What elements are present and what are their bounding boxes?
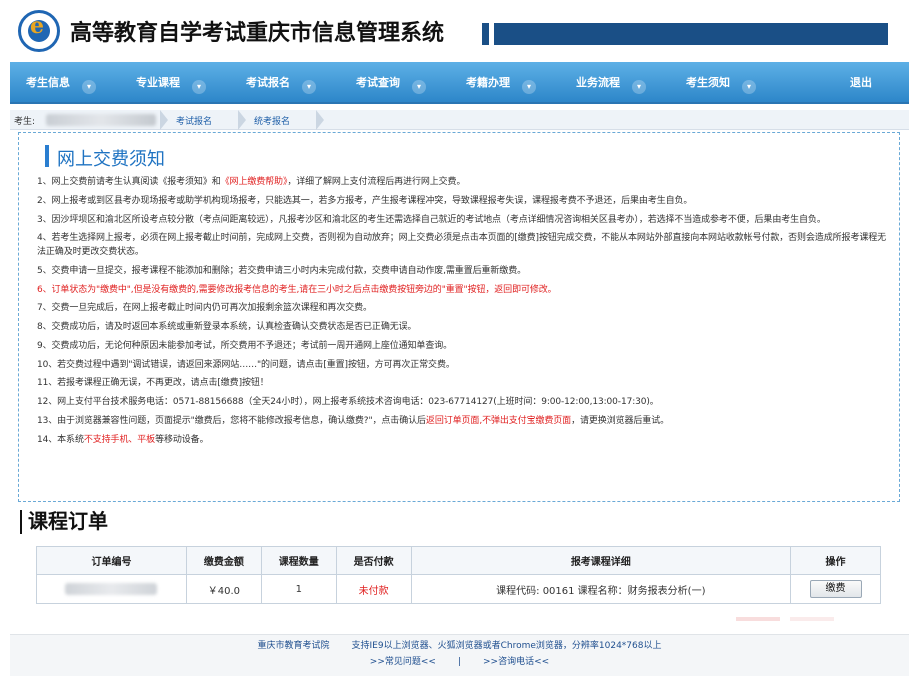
footer-org: 重庆市教育考试院 — [257, 641, 330, 651]
notice-line: 2、网上报考或到区县考办现场报考或助学机构现场报考，只能选其一，若多方报考，产生… — [37, 195, 693, 206]
column-header: 是否付款 — [335, 546, 412, 575]
main-nav: 考生信息 ▾ 专业课程 ▾ 考试报名 ▾ 考试查询 ▾ 考籍办理 ▾ 业务流程 ▾ 考生须知… — [10, 62, 909, 104]
student-label: 考生: — [14, 117, 36, 127]
title-decoration-bar — [482, 23, 489, 45]
notice-line: 3、因沙坪坝区和渝北区所设考点较分散（考点间距离较远），凡报考沙区和渝北区的考生… — [37, 214, 826, 225]
order-number-redacted — [65, 583, 158, 595]
footer-links: >>常见问题<< | >>咨询电话<< — [10, 654, 909, 667]
column-header: 订单编号 — [36, 546, 187, 575]
notice-line: 6、订单状态为"缴费中",但是没有缴费的,需要修改报考信息的考生,请在三小时之后… — [37, 284, 557, 295]
column-header: 课程数量 — [260, 546, 337, 575]
chevron-down-icon: ▾ — [742, 80, 756, 94]
notice-line: 10、若交费过程中遇到"调试错误，请返回来源网站……"的问题，请点击[重置]按钮… — [37, 359, 455, 370]
breadcrumb-separator-icon — [238, 110, 248, 130]
breadcrumb-separator-icon — [316, 110, 326, 130]
exam-logo-icon: e — [18, 10, 60, 52]
title-accent-bar — [20, 510, 22, 534]
faq-link[interactable]: >>常见问题<< — [370, 657, 436, 667]
action-cell: 缴费 — [790, 574, 881, 604]
notice-title: 网上交费须知 — [57, 149, 165, 170]
chevron-down-icon: ▾ — [302, 80, 316, 94]
pay-button[interactable]: 缴费 — [809, 580, 862, 598]
table-row: ￥40.0 1 未付款 课程代码: 00161 课程名称：财务报表分析(一) 缴… — [36, 574, 881, 604]
breadcrumb-exam-registration[interactable]: 考试报名 — [176, 114, 212, 127]
contact-link[interactable]: >>咨询电话<< — [483, 657, 549, 667]
chevron-down-icon: ▾ — [632, 80, 646, 94]
faint-decoration — [736, 617, 780, 621]
orders-title: 课程订单 — [28, 509, 108, 533]
breadcrumb-unified-registration[interactable]: 统考报名 — [254, 114, 290, 127]
notice-line: 4、若考生选择网上报考，必须在网上报考截止时间前，完成网上交费，否则视为自动放弃… — [37, 233, 887, 257]
payment-status-cell: 未付款 — [335, 574, 412, 604]
chevron-down-icon: ▾ — [412, 80, 426, 94]
notice-line: 8、交费成功后，请及时返回本系统或重新登录本系统，认真检查确认交费状态是否已正确… — [37, 322, 417, 333]
orders-table: 订单编号 缴费金额 课程数量 是否付款 报考课程详细 操作 ￥40.0 1 未付… — [36, 546, 881, 604]
column-header: 缴费金额 — [185, 546, 262, 575]
course-detail-cell: 课程代码: 00161 课程名称：财务报表分析(一) — [410, 574, 792, 604]
student-name-redacted — [46, 114, 156, 126]
notice-line: 11、若报考课程正确无误，不再更改，请点击[缴费]按钮！ — [37, 378, 269, 389]
site-footer: 重庆市教育考试院 支持IE9以上浏览器、火狐浏览器或者Chrome浏览器，分辨率1… — [10, 634, 909, 676]
notice-line: 5、交费申请一旦提交，报考课程不能添加和删除；若交费申请三小时内未完成付款，交费… — [37, 265, 526, 276]
nav-item-exam-query[interactable]: 考试查询 ▾ — [356, 74, 426, 94]
chevron-down-icon: ▾ — [522, 80, 536, 94]
chevron-down-icon: ▾ — [192, 80, 206, 94]
notice-line: 13、由于浏览器兼容性问题，页面提示"缴费后，您将不能修改报考信息，确认缴费?"… — [37, 415, 669, 426]
breadcrumb-separator-icon — [160, 110, 170, 130]
table-header-row: 订单编号 缴费金额 课程数量 是否付款 报考课程详细 操作 — [36, 546, 881, 575]
title-decoration-bar — [494, 23, 888, 45]
chevron-down-icon: ▾ — [82, 80, 96, 94]
notice-line: 14、本系统不支持手机、平板等移动设备。 — [37, 434, 209, 445]
nav-item-business-process[interactable]: 业务流程 ▾ — [576, 74, 646, 94]
nav-item-major-courses[interactable]: 专业课程 ▾ — [136, 74, 206, 94]
nav-item-student-info[interactable]: 考生信息 ▾ — [26, 74, 96, 94]
nav-item-record-processing[interactable]: 考籍办理 ▾ — [466, 74, 536, 94]
notice-line: 7、交费一旦完成后，在网上报考截止时间内仍可再次加报剩余篮次课程和再次交费。 — [37, 303, 372, 314]
column-header: 报考课程详细 — [410, 546, 792, 575]
logout-link[interactable]: 退出 — [850, 74, 872, 90]
title-accent-bar — [45, 145, 49, 167]
notice-line: 9、交费成功后，无论何种原因未能参加考试，所交费用不予退还；考试前一周开通网上座… — [37, 340, 453, 351]
notice-line: 1、网上交费前请考生认真阅读《报考须知》和《网上缴费帮助》，详细了解网上支付流程… — [37, 177, 466, 187]
site-header: e 高等教育自学考试重庆市信息管理系统 — [0, 0, 919, 62]
breadcrumb: 考生: 考试报名 统考报名 — [10, 110, 909, 130]
payment-notice-box: 网上交费须知 1、网上交费前请考生认真阅读《报考须知》和《网上缴费帮助》，详细了… — [18, 132, 900, 502]
course-count-cell: 1 — [260, 574, 337, 604]
amount-cell: ￥40.0 — [185, 574, 262, 604]
faint-decoration — [790, 617, 834, 621]
notice-body: 1、网上交费前请考生认真阅读《报考须知》和《网上缴费帮助》，详细了解网上支付流程… — [37, 176, 887, 453]
footer-line: 重庆市教育考试院 支持IE9以上浏览器、火狐浏览器或者Chrome浏览器，分辨率1… — [10, 638, 909, 651]
footer-divider: | — [457, 657, 462, 667]
payment-help-link[interactable]: 《网上缴费帮助》 — [221, 177, 288, 187]
nav-item-exam-registration[interactable]: 考试报名 ▾ — [246, 74, 316, 94]
column-header: 操作 — [790, 546, 881, 575]
footer-browser-note: 支持IE9以上浏览器、火狐浏览器或者Chrome浏览器，分辨率1024*768以… — [351, 641, 662, 651]
order-number-cell — [36, 574, 187, 604]
notice-line: 12、网上支付平台技术服务电话：0571-88156688（全天24小时），网上… — [37, 397, 659, 408]
site-title: 高等教育自学考试重庆市信息管理系统 — [70, 21, 445, 46]
nav-item-student-notice[interactable]: 考生须知 ▾ — [686, 74, 756, 94]
